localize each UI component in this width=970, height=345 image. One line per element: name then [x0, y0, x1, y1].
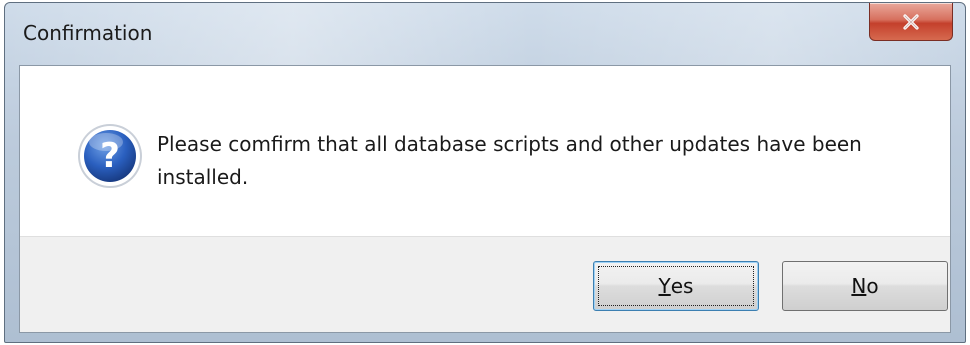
- dialog-body: ? Please comfirm that all database scrip…: [19, 65, 951, 333]
- window-title: Confirmation: [23, 21, 153, 45]
- no-button[interactable]: No: [782, 261, 948, 311]
- svg-text:?: ?: [100, 136, 120, 176]
- yes-label-rest: es: [670, 274, 694, 298]
- button-bar: Yes No: [20, 236, 950, 332]
- no-mnemonic: N: [851, 274, 867, 298]
- close-button[interactable]: [869, 3, 953, 41]
- no-label-rest: o: [866, 274, 879, 298]
- question-icon: ?: [78, 124, 142, 188]
- title-bar[interactable]: Confirmation: [5, 3, 965, 65]
- confirmation-dialog: Confirmation ? Please comfirm that all d…: [4, 2, 966, 343]
- yes-mnemonic: Y: [658, 274, 671, 298]
- message-text: Please comfirm that all database scripts…: [157, 132, 862, 189]
- yes-button[interactable]: Yes: [593, 261, 759, 311]
- message-area: ? Please comfirm that all database scrip…: [20, 66, 950, 238]
- close-icon: [903, 13, 919, 30]
